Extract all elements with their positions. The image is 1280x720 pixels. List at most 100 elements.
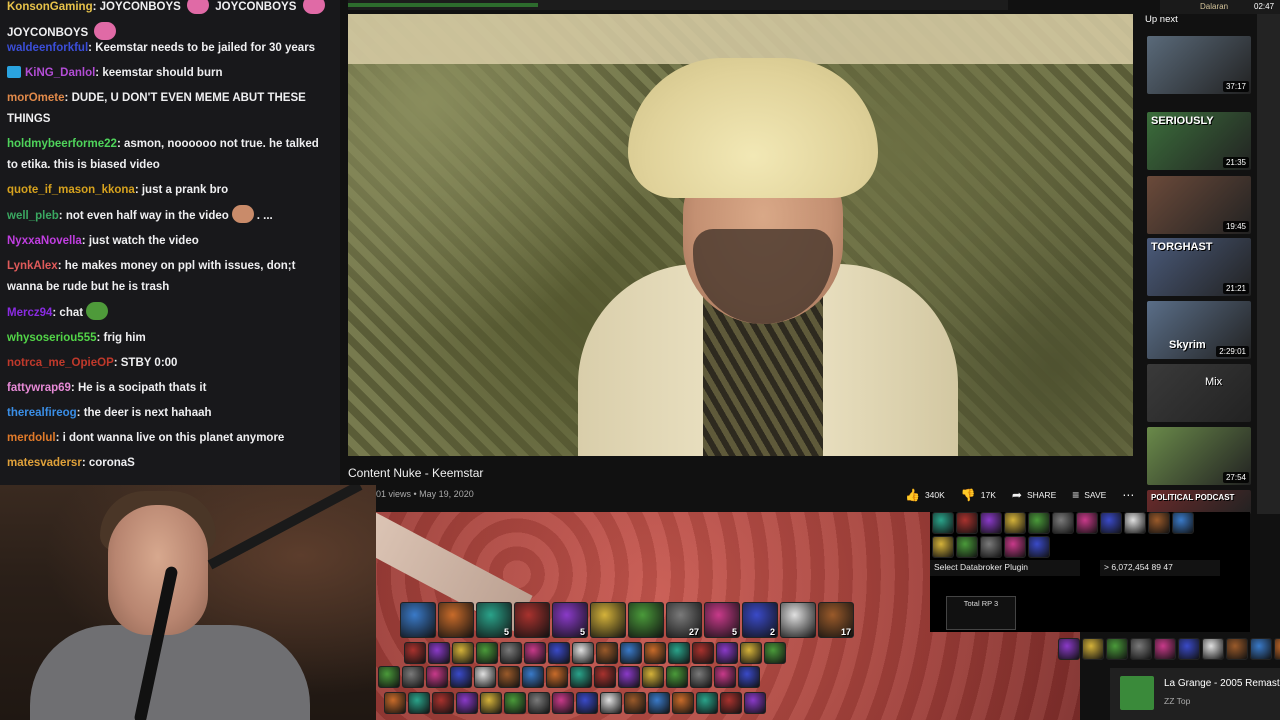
ability-slot[interactable] <box>572 642 594 664</box>
chat-username[interactable]: quote_if_mason_kkona <box>7 184 135 196</box>
ability-slot[interactable] <box>1106 638 1128 660</box>
ability-slot[interactable] <box>452 642 474 664</box>
ability-slot[interactable] <box>648 692 670 714</box>
ability-slot[interactable] <box>624 692 646 714</box>
ability-slot[interactable] <box>620 642 642 664</box>
ability-slot[interactable] <box>432 692 454 714</box>
ability-slot[interactable] <box>956 512 978 534</box>
ability-slot[interactable] <box>522 666 544 688</box>
ability-slot[interactable] <box>476 642 498 664</box>
ability-slot[interactable] <box>1274 638 1280 660</box>
ability-slot[interactable] <box>480 692 502 714</box>
chat-username[interactable]: KonsonGaming <box>7 1 93 13</box>
ability-slot[interactable] <box>400 602 436 638</box>
ability-slot[interactable]: 5 <box>704 602 740 638</box>
chat-username[interactable]: matesvadersr <box>7 457 82 469</box>
ability-slot[interactable] <box>1028 536 1050 558</box>
ability-slot[interactable] <box>738 666 760 688</box>
ability-slot[interactable] <box>1130 638 1152 660</box>
up-next-thumbnail[interactable]: 19:45 <box>1147 176 1251 234</box>
ability-slot[interactable] <box>764 642 786 664</box>
ability-slot[interactable] <box>570 666 592 688</box>
ability-slot[interactable]: 17 <box>818 602 854 638</box>
ability-slot[interactable] <box>1172 512 1194 534</box>
ability-slot[interactable] <box>1058 638 1080 660</box>
save-button[interactable]: ≡ SAVE <box>1072 488 1106 502</box>
ability-slot[interactable] <box>672 692 694 714</box>
ability-slot[interactable] <box>1148 512 1170 534</box>
ability-slot[interactable] <box>1250 638 1272 660</box>
ability-slot[interactable] <box>428 642 450 664</box>
ability-slot[interactable] <box>692 642 714 664</box>
chat-username[interactable]: well_pleb <box>7 210 59 222</box>
up-next-thumbnail[interactable]: 37:17 <box>1147 36 1251 94</box>
ability-slot[interactable] <box>1178 638 1200 660</box>
ability-slot[interactable] <box>600 692 622 714</box>
chat-username[interactable]: waldeenforkful <box>7 42 88 54</box>
ability-slot[interactable] <box>668 642 690 664</box>
chat-username[interactable]: fattywrap69 <box>7 382 71 394</box>
more-button[interactable]: ⋯ <box>1122 488 1134 502</box>
ability-slot[interactable] <box>1082 638 1104 660</box>
chat-username[interactable]: whysoseriou555 <box>7 332 96 344</box>
ability-slot[interactable] <box>1154 638 1176 660</box>
ability-slot[interactable] <box>740 642 762 664</box>
ability-slot[interactable] <box>666 666 688 688</box>
ability-slot[interactable]: 5 <box>476 602 512 638</box>
up-next-thumbnail[interactable]: 27:54 <box>1147 427 1251 485</box>
ability-slot[interactable] <box>932 536 954 558</box>
ability-slot[interactable] <box>548 642 570 664</box>
ability-slot[interactable] <box>1202 638 1224 660</box>
ability-slot[interactable] <box>720 692 742 714</box>
ability-slot[interactable] <box>378 666 400 688</box>
like-button[interactable]: 👍 340K <box>905 488 945 502</box>
ability-slot[interactable] <box>474 666 496 688</box>
ability-slot[interactable] <box>696 692 718 714</box>
ability-slot[interactable] <box>500 642 522 664</box>
ability-slot[interactable] <box>628 602 664 638</box>
ability-slot[interactable] <box>690 666 712 688</box>
up-next-thumbnail[interactable]: SERIOUSLY 21:35 <box>1147 112 1251 170</box>
ability-slot[interactable] <box>546 666 568 688</box>
ability-slot[interactable] <box>438 602 474 638</box>
chat-username[interactable]: KiNG_Danlol <box>25 67 95 79</box>
ability-slot[interactable] <box>528 692 550 714</box>
ability-slot[interactable] <box>524 642 546 664</box>
ability-slot[interactable] <box>980 536 1002 558</box>
ability-slot[interactable]: 2 <box>742 602 778 638</box>
ability-slot[interactable]: 5 <box>552 602 588 638</box>
ability-slot[interactable] <box>1028 512 1050 534</box>
up-next-thumbnail[interactable]: POLITICAL PODCAST <box>1147 490 1251 514</box>
ability-slot[interactable] <box>956 536 978 558</box>
ability-slot[interactable] <box>426 666 448 688</box>
chat-username[interactable]: NyxxaNovella <box>7 235 82 247</box>
video-player[interactable] <box>348 14 1133 456</box>
chat-username[interactable]: holdmybeerforme22 <box>7 138 117 150</box>
ability-slot[interactable] <box>504 692 526 714</box>
ability-slot[interactable] <box>576 692 598 714</box>
chat-username[interactable]: notrca_me_OpieOP <box>7 357 114 369</box>
ability-slot[interactable] <box>590 602 626 638</box>
ability-slot[interactable] <box>642 666 664 688</box>
up-next-thumbnail[interactable]: TORGHAST 21:21 <box>1147 238 1251 296</box>
ability-slot[interactable] <box>1004 536 1026 558</box>
ability-slot[interactable] <box>714 666 736 688</box>
ability-slot[interactable] <box>644 642 666 664</box>
ability-slot[interactable] <box>716 642 738 664</box>
ability-slot[interactable] <box>408 692 430 714</box>
ability-slot[interactable] <box>594 666 616 688</box>
ability-slot[interactable] <box>384 692 406 714</box>
ability-slot[interactable] <box>498 666 520 688</box>
ability-slot[interactable] <box>1076 512 1098 534</box>
chat-username[interactable]: Mercz94 <box>7 307 52 319</box>
ability-slot[interactable] <box>780 602 816 638</box>
up-next-thumbnail[interactable]: Skyrim 2:29:01 <box>1147 301 1251 359</box>
now-playing[interactable]: La Grange - 2005 Remaster ZZ Top <box>1110 668 1280 720</box>
ability-slot[interactable] <box>450 666 472 688</box>
ability-slot[interactable] <box>402 666 424 688</box>
share-button[interactable]: ➦ SHARE <box>1012 488 1056 502</box>
ability-slot[interactable] <box>980 512 1002 534</box>
ability-slot[interactable] <box>1124 512 1146 534</box>
ability-slot[interactable] <box>514 602 550 638</box>
ability-slot[interactable] <box>456 692 478 714</box>
